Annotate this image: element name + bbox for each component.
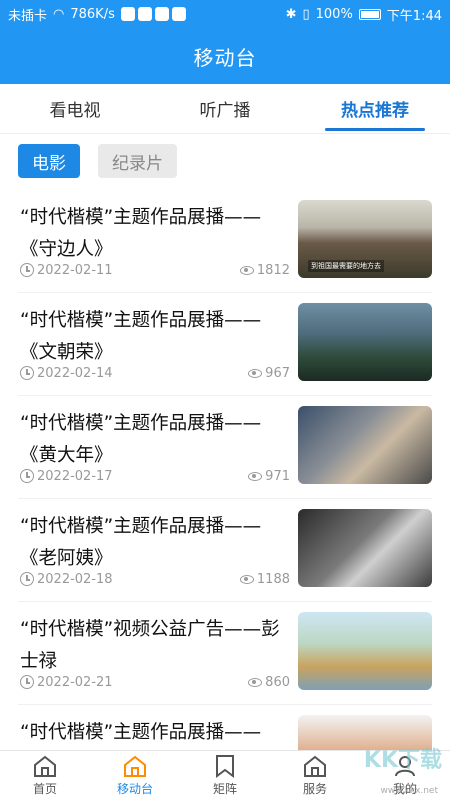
- item-title: “时代楷模”主题作品展播——《守边人》: [20, 207, 262, 260]
- eye-icon: [248, 677, 263, 687]
- clock-icon: [20, 469, 34, 483]
- item-views: 860: [248, 675, 290, 690]
- video-list: “时代楷模”主题作品展播——《守边人》 2022-02-11 1812 到祖国最…: [0, 190, 450, 800]
- item-meta: 2022-02-14 967: [20, 363, 290, 383]
- clock-time: 下午1:44: [386, 8, 442, 24]
- item-views: 1188: [239, 571, 290, 587]
- item-views: 967: [248, 366, 290, 381]
- item-thumbnail[interactable]: [298, 303, 432, 381]
- bookmark-icon: [216, 755, 234, 778]
- item-thumbnail[interactable]: [298, 406, 432, 484]
- vibrate-icon: ▯: [302, 6, 310, 22]
- item-views: 971: [248, 469, 290, 484]
- chip-movie[interactable]: 电影: [18, 144, 80, 178]
- app-notification-icon: [120, 7, 135, 21]
- tab-listen-radio[interactable]: 听广播: [150, 84, 300, 133]
- item-date: 2022-02-21: [37, 674, 113, 690]
- eye-icon: [239, 574, 254, 584]
- eye-icon: [248, 471, 263, 481]
- item-thumbnail[interactable]: [298, 509, 432, 587]
- home-icon: [34, 755, 56, 777]
- page-title: 移动台: [193, 45, 257, 70]
- category-chips: 电影 纪录片: [18, 144, 177, 178]
- tab-watch-tv[interactable]: 看电视: [0, 84, 150, 133]
- status-bar: 未插卡 ◠ 786K/s ✱ ▯ 100% 下午1:44: [0, 0, 450, 28]
- item-thumbnail[interactable]: [298, 612, 432, 690]
- item-date: 2022-02-18: [37, 571, 113, 587]
- notification-icons: [120, 7, 186, 21]
- nav-label: 首页: [32, 782, 57, 796]
- list-item[interactable]: “时代楷模”主题作品展播——《守边人》 2022-02-11 1812 到祖国最…: [18, 190, 432, 293]
- tab-hot-recommend[interactable]: 热点推荐: [300, 84, 450, 133]
- home-icon: [124, 755, 146, 777]
- view-count: 971: [265, 468, 290, 484]
- item-meta: 2022-02-18 1188: [20, 569, 290, 589]
- carrier-label: 未插卡: [8, 8, 48, 24]
- eye-icon: [239, 265, 254, 275]
- nav-label: 移动台: [116, 782, 153, 796]
- item-title: “时代楷模”主题作品展播——《黄大年》: [20, 413, 262, 466]
- eye-icon: [248, 368, 263, 378]
- item-title: “时代楷模”视频公益广告——彭士禄: [20, 619, 280, 672]
- item-thumbnail[interactable]: 到祖国最需要的地方去: [298, 200, 432, 278]
- view-count: 1188: [256, 571, 290, 587]
- watermark-url: www.kkx.net: [380, 786, 439, 796]
- clock-icon: [20, 263, 34, 277]
- tab-bar: 看电视 听广播 热点推荐: [0, 84, 450, 134]
- clock-icon: [20, 572, 34, 586]
- title-bar: 移动台: [0, 28, 450, 84]
- home-icon: [304, 755, 326, 777]
- item-meta: 2022-02-17 971: [20, 466, 290, 486]
- item-title: “时代楷模”主题作品展播——《老阿姨》: [20, 516, 262, 569]
- view-count: 860: [265, 674, 290, 690]
- item-date: 2022-02-17: [37, 468, 113, 484]
- wifi-icon: ◠: [53, 6, 65, 22]
- app-notification-icon: [137, 7, 152, 21]
- app-notification-icon: [154, 7, 169, 21]
- nav-mobile-station[interactable]: 移动台: [90, 751, 180, 800]
- nav-home[interactable]: 首页: [0, 751, 90, 800]
- item-views: 1812: [239, 262, 290, 278]
- list-item[interactable]: “时代楷模”视频公益广告——彭士禄 2022-02-21 860: [18, 602, 432, 705]
- battery-icon: [358, 8, 381, 20]
- list-item[interactable]: “时代楷模”主题作品展播——《黄大年》 2022-02-17 971: [18, 396, 432, 499]
- nav-service[interactable]: 服务: [270, 751, 360, 800]
- view-count: 967: [265, 365, 290, 381]
- item-date: 2022-02-14: [37, 365, 113, 381]
- item-title: “时代楷模”主题作品展播——《文朝荣》: [20, 310, 262, 363]
- item-meta: 2022-02-21 860: [20, 672, 290, 692]
- item-date: 2022-02-11: [37, 262, 113, 278]
- chip-documentary[interactable]: 纪录片: [98, 144, 177, 178]
- clock-icon: [20, 366, 34, 380]
- nav-matrix[interactable]: 矩阵: [180, 751, 270, 800]
- list-item[interactable]: “时代楷模”主题作品展播——《老阿姨》 2022-02-18 1188: [18, 499, 432, 602]
- item-meta: 2022-02-11 1812: [20, 260, 290, 280]
- thumbnail-caption: 到祖国最需要的地方去: [308, 260, 384, 272]
- battery-percent: 100%: [315, 6, 353, 22]
- clock-icon: [20, 675, 34, 689]
- view-count: 1812: [256, 262, 290, 278]
- app-notification-icon: [171, 7, 186, 21]
- network-speed: 786K/s: [70, 6, 115, 22]
- nav-label: 矩阵: [212, 782, 237, 796]
- nav-label: 服务: [302, 782, 327, 796]
- bluetooth-icon: ✱: [285, 6, 297, 22]
- watermark-logo: KK下载: [363, 748, 442, 773]
- list-item[interactable]: “时代楷模”主题作品展播——《文朝荣》 2022-02-14 967: [18, 293, 432, 396]
